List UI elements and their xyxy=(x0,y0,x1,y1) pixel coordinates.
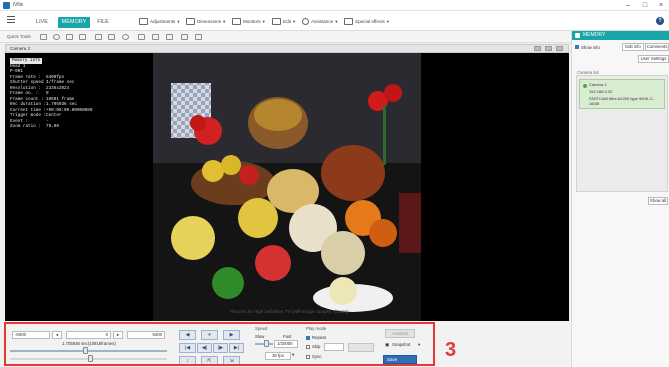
hamburger-menu-icon[interactable] xyxy=(7,16,15,24)
dimensions-icon xyxy=(186,18,195,25)
special-effects-icon xyxy=(344,18,353,25)
image-watermark: Pictures for High Definition TV (Still-I… xyxy=(230,309,349,314)
callout-number: 3 xyxy=(445,339,457,361)
memory-info-overlay: Memory info Head 1 P-001 Frame rate :640… xyxy=(10,58,150,130)
chevron-down-icon: ▾ xyxy=(386,19,390,24)
info-row: Zoom ratio :76.08 xyxy=(10,124,59,129)
camera-list: Camera 2 192.168.0.20 FASTCAM Mini AX200… xyxy=(576,75,668,192)
tab-memory[interactable]: MEMORY xyxy=(58,17,90,28)
grid-icon[interactable] xyxy=(166,34,173,40)
help-icon[interactable]: ? xyxy=(656,17,664,25)
show-info-label: Show info xyxy=(581,45,600,50)
title-bar: iVilix – □ × xyxy=(0,0,669,11)
menu-dimensions[interactable]: Dimensions ▾ xyxy=(186,18,225,25)
maximize-button[interactable]: □ xyxy=(639,1,651,10)
overlay-icon[interactable] xyxy=(181,34,188,40)
quick-tools-bar: Quick Tools xyxy=(0,31,571,43)
camera-minimize-icon[interactable] xyxy=(534,46,541,51)
edit-info-button[interactable]: Edit info xyxy=(622,43,644,51)
menu-special-effects[interactable]: Special effects ▾ xyxy=(344,18,389,25)
camera-title: Camera 2 xyxy=(10,46,31,51)
menu-adjustments[interactable]: Adjustments ▾ xyxy=(139,18,180,25)
camera-maximize-icon[interactable] xyxy=(545,46,552,51)
memory-side-panel: MEMORY Show info Edit info Comments User… xyxy=(571,31,669,367)
monitors-icon xyxy=(232,18,241,25)
fullscreen-icon[interactable] xyxy=(108,34,115,40)
tab-live[interactable]: LIVE xyxy=(32,17,52,28)
flip-vertical-icon[interactable] xyxy=(152,34,159,40)
show-all-button[interactable]: Show all xyxy=(648,197,668,205)
zoom-in-icon[interactable] xyxy=(53,34,60,40)
camera-image xyxy=(153,53,421,321)
rotate-icon[interactable] xyxy=(122,34,129,40)
app-window: iVilix – □ × LIVE MEMORY FILE Adjustment… xyxy=(0,0,669,367)
chevron-down-icon: ▾ xyxy=(223,19,226,24)
chevron-down-icon: ▾ xyxy=(177,19,180,24)
chevron-down-icon: ▾ xyxy=(292,19,296,24)
main-toolbar: LIVE MEMORY FILE Adjustments ▾ Dimensions… xyxy=(0,11,669,31)
camera-window-header: Camera 2 xyxy=(5,44,569,53)
camera-status-icon xyxy=(583,84,587,88)
assistance-icon xyxy=(302,18,309,25)
window-title: iVilix xyxy=(13,2,24,8)
app-logo-icon xyxy=(3,2,10,9)
menu-monitors[interactable]: Monitors ▾ xyxy=(232,18,265,25)
comments-button[interactable]: Comments xyxy=(645,43,669,51)
close-button[interactable]: × xyxy=(655,1,667,10)
crop-icon[interactable] xyxy=(195,34,202,40)
adjustments-icon xyxy=(139,18,148,25)
tab-file[interactable]: FILE xyxy=(94,17,112,28)
camera-close-icon[interactable] xyxy=(556,46,563,51)
fruit-still-life-image xyxy=(153,53,421,321)
edit-icon xyxy=(272,18,281,25)
flip-horizontal-icon[interactable] xyxy=(138,34,145,40)
show-info-checkbox[interactable] xyxy=(575,45,579,49)
camera-list-item[interactable]: Camera 2 192.168.0.20 FASTCAM Mini AX200… xyxy=(579,79,665,109)
memory-panel-header: MEMORY xyxy=(572,31,669,40)
menu-edit[interactable]: Edit ▾ xyxy=(272,18,295,25)
chevron-down-icon: ▾ xyxy=(262,19,265,24)
menu-assistance[interactable]: Assistance ▾ xyxy=(302,18,338,25)
move-icon[interactable] xyxy=(40,34,47,40)
user-settings-button[interactable]: User Settings xyxy=(638,55,669,63)
zoom-out-icon[interactable] xyxy=(66,34,73,40)
minimize-button[interactable]: – xyxy=(622,1,634,10)
chevron-down-icon: ▾ xyxy=(335,19,338,24)
memory-icon xyxy=(575,33,580,38)
callout-highlight-box xyxy=(4,322,435,366)
measure-icon[interactable] xyxy=(79,34,86,40)
fit-icon[interactable] xyxy=(95,34,102,40)
quick-tools-label: Quick Tools xyxy=(7,34,31,39)
